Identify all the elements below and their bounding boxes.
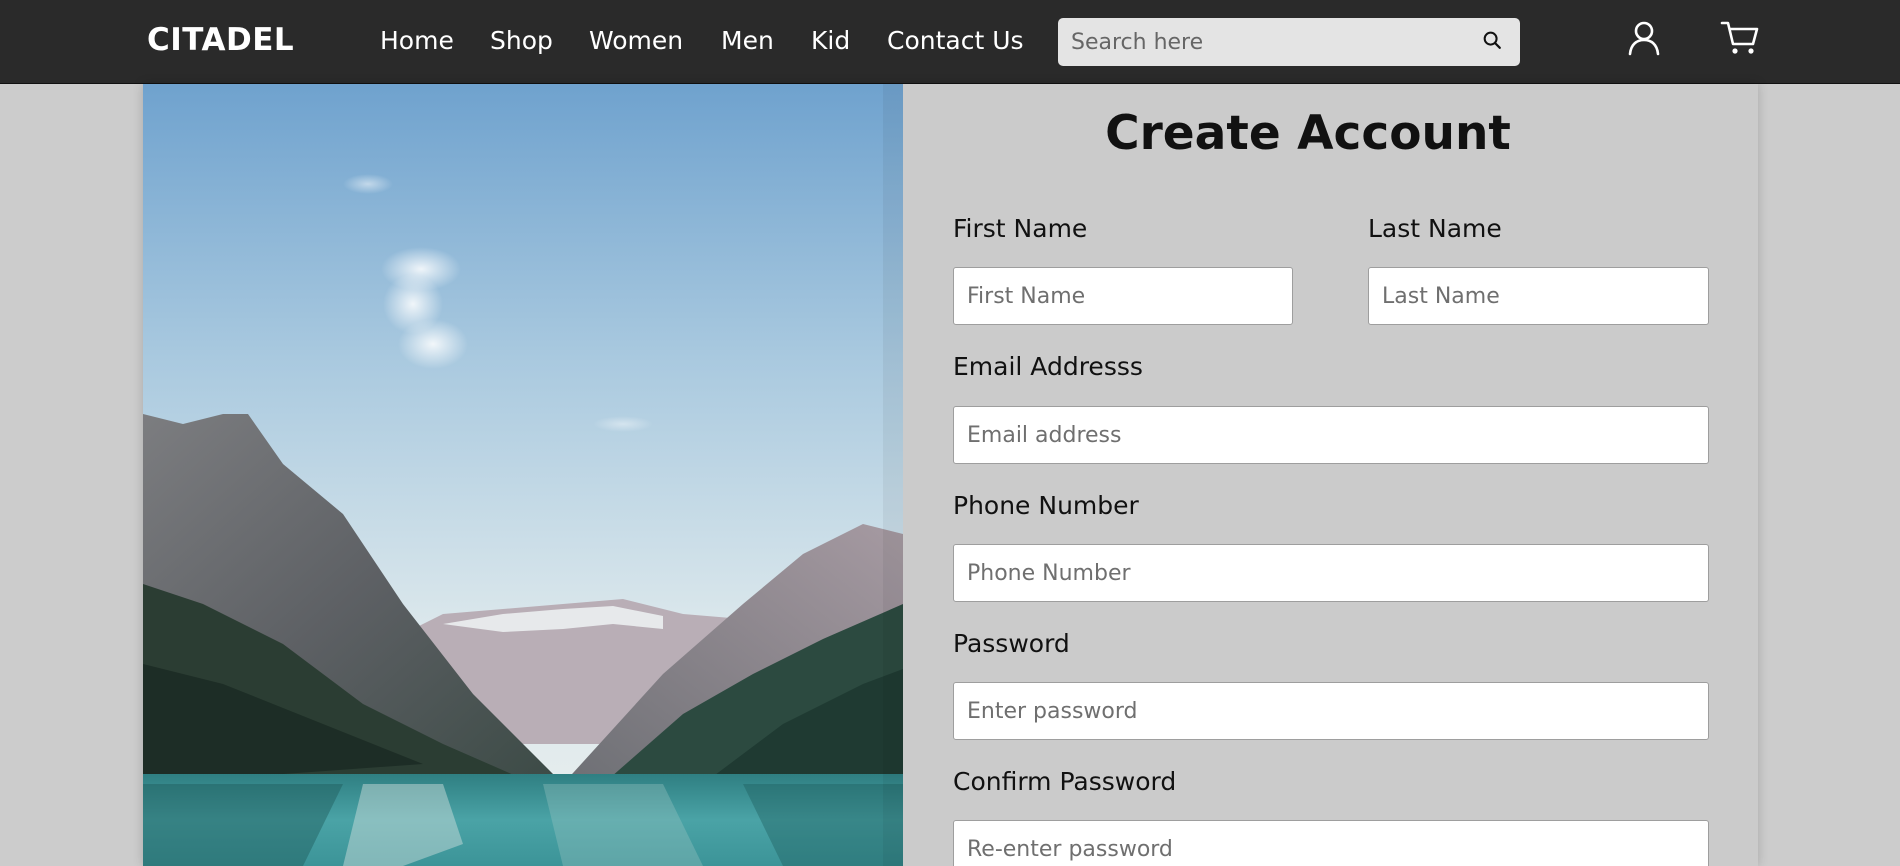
account-button[interactable] <box>1618 14 1670 66</box>
phone-label: Phone Number <box>953 491 1139 520</box>
search-icon <box>1481 29 1503 55</box>
signup-form: Create Account First Name Last Name Emai… <box>903 84 1758 866</box>
first-name-field[interactable] <box>953 267 1293 325</box>
hero-image <box>143 84 903 866</box>
nav-link-women[interactable]: Women <box>589 26 683 55</box>
last-name-field[interactable] <box>1368 267 1709 325</box>
form-title: Create Account <box>1105 106 1511 161</box>
phone-field[interactable] <box>953 544 1709 602</box>
password-field[interactable] <box>953 682 1709 740</box>
signup-card: Create Account First Name Last Name Emai… <box>143 84 1758 866</box>
nav-link-men[interactable]: Men <box>721 26 774 55</box>
email-field[interactable] <box>953 406 1709 464</box>
search-bar <box>1058 18 1520 66</box>
navbar: CITADEL Home Shop Women Men Kid Contact … <box>0 0 1900 84</box>
confirm-password-field[interactable] <box>953 820 1709 866</box>
last-name-label: Last Name <box>1368 214 1502 243</box>
nav-link-kid[interactable]: Kid <box>811 26 850 55</box>
search-input[interactable] <box>1058 18 1458 66</box>
cart-button[interactable] <box>1714 14 1766 66</box>
confirm-password-label: Confirm Password <box>953 767 1177 796</box>
nav-link-contact[interactable]: Contact Us <box>887 26 1024 55</box>
search-button[interactable] <box>1470 18 1514 66</box>
cart-icon <box>1720 19 1760 61</box>
nav-link-shop[interactable]: Shop <box>490 26 553 55</box>
brand-logo[interactable]: CITADEL <box>147 22 294 58</box>
first-name-label: First Name <box>953 214 1088 243</box>
email-label: Email Addresss <box>953 352 1143 381</box>
password-label: Password <box>953 629 1070 658</box>
user-icon <box>1627 20 1661 60</box>
nav-link-home[interactable]: Home <box>380 26 454 55</box>
